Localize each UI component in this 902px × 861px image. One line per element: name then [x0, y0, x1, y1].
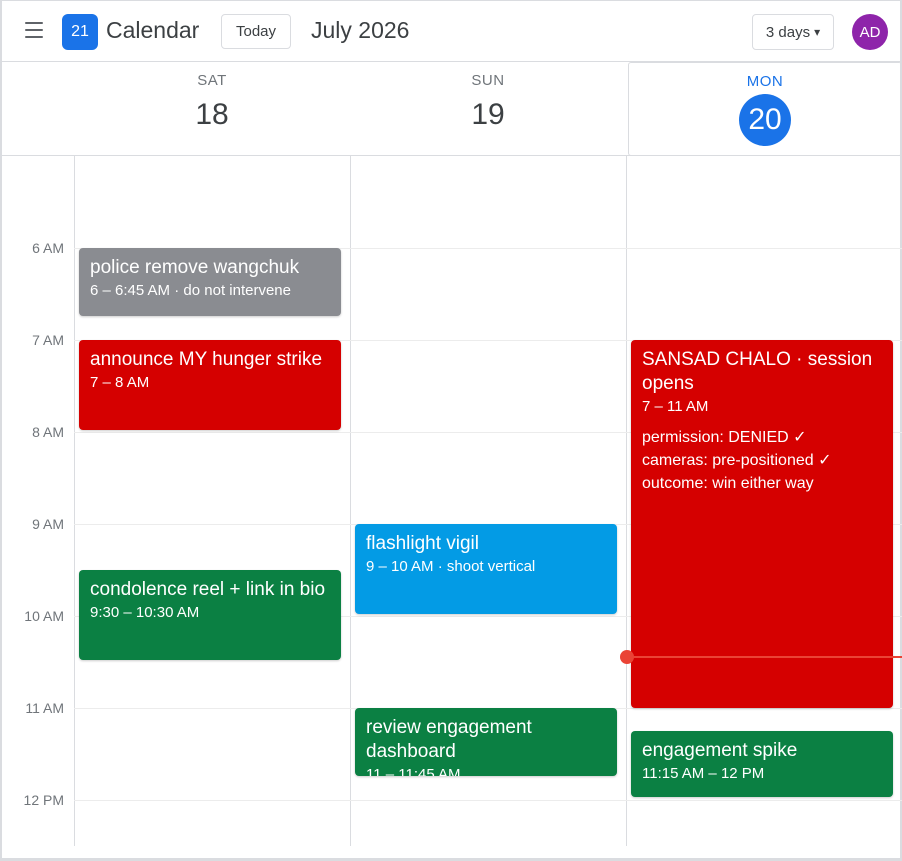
- event-review-engagement-dashboard[interactable]: review engagement dashboard 11 – 11:45 A…: [355, 708, 617, 776]
- event-title: engagement spike: [642, 740, 798, 761]
- event-time: 9:30 – 10:30 AM: [90, 604, 200, 621]
- event-title: review engagement dashboard: [366, 717, 532, 762]
- column-divider: [350, 156, 351, 846]
- day-number[interactable]: 18: [74, 98, 350, 132]
- event-title: condolence reel + link in bio: [90, 579, 326, 600]
- account-avatar[interactable]: AD: [852, 14, 888, 50]
- event-police-remove-wangchuk[interactable]: police remove wangchuk 6 – 6:45 AM · do …: [79, 248, 341, 316]
- event-time: 9 – 10 AM · shoot vertical: [366, 558, 536, 575]
- time-label: 9 AM: [32, 516, 64, 532]
- chevron-down-icon: ▾: [814, 25, 821, 39]
- time-label: 7 AM: [32, 332, 64, 348]
- event-title: flashlight vigil: [366, 533, 479, 554]
- event-title: police remove wangchuk: [90, 257, 300, 278]
- day-header-mon-today[interactable]: MON 20: [628, 62, 902, 156]
- view-range-label: 3 days: [765, 23, 811, 41]
- column-divider: [74, 156, 75, 846]
- event-detail-line: cameras: pre-positioned ✓: [642, 452, 832, 469]
- day-of-week-label: SAT: [197, 72, 227, 89]
- event-sansad-chalo[interactable]: SANSAD CHALO · session opens 7 – 11 AM p…: [631, 340, 893, 708]
- time-label: 11 AM: [25, 700, 64, 716]
- current-time-indicator: [627, 656, 902, 658]
- event-time: 7 – 8 AM: [90, 374, 150, 391]
- time-label: 6 AM: [32, 240, 64, 256]
- calendar-logo-icon: 21: [62, 14, 98, 50]
- app-title: Calendar: [106, 17, 200, 43]
- hamburger-menu-icon[interactable]: [24, 18, 44, 42]
- event-flashlight-vigil[interactable]: flashlight vigil 9 – 10 AM · shoot verti…: [355, 524, 617, 614]
- view-range-dropdown[interactable]: 3 days ▾: [752, 14, 834, 50]
- time-label: 8 AM: [32, 424, 64, 440]
- calendar-window: 21 Calendar Today July 2026 3 days ▾ AD …: [0, 0, 902, 861]
- event-description: permission: DENIED ✓ cameras: pre-positi…: [642, 426, 882, 495]
- hour-gridline: [74, 800, 902, 801]
- event-time: 11 – 11:45 AM: [366, 766, 461, 776]
- event-engagement-spike[interactable]: engagement spike 11:15 AM – 12 PM: [631, 731, 893, 797]
- day-of-week-label: SUN: [471, 72, 505, 89]
- day-header-sat[interactable]: SAT 18: [74, 62, 350, 156]
- day-header-sun[interactable]: SUN 19: [350, 62, 626, 156]
- event-detail-line: permission: DENIED ✓: [642, 429, 807, 446]
- event-time: 7 – 11 AM: [642, 398, 709, 415]
- top-app-bar: 21 Calendar Today July 2026 3 days ▾ AD: [2, 1, 902, 62]
- current-month-label: July 2026: [311, 17, 410, 43]
- event-condolence-reel[interactable]: condolence reel + link in bio 9:30 – 10:…: [79, 570, 341, 660]
- today-button[interactable]: Today: [221, 14, 291, 49]
- time-label: 12 PM: [23, 792, 64, 808]
- event-title: SANSAD CHALO · session opens: [642, 349, 873, 394]
- event-detail-line: outcome: win either way: [642, 475, 814, 492]
- today-day-number[interactable]: 20: [739, 94, 791, 146]
- current-time-dot: [620, 650, 634, 664]
- event-announce-hunger-strike[interactable]: announce MY hunger strike 7 – 8 AM: [79, 340, 341, 430]
- event-title: announce MY hunger strike: [90, 349, 323, 370]
- day-number[interactable]: 19: [350, 98, 626, 132]
- column-divider: [626, 156, 627, 846]
- event-time: 11:15 AM – 12 PM: [642, 765, 765, 782]
- time-label: 10 AM: [24, 608, 64, 624]
- event-time: 6 – 6:45 AM · do not intervene: [90, 282, 291, 299]
- day-of-week-label: MON: [746, 73, 784, 90]
